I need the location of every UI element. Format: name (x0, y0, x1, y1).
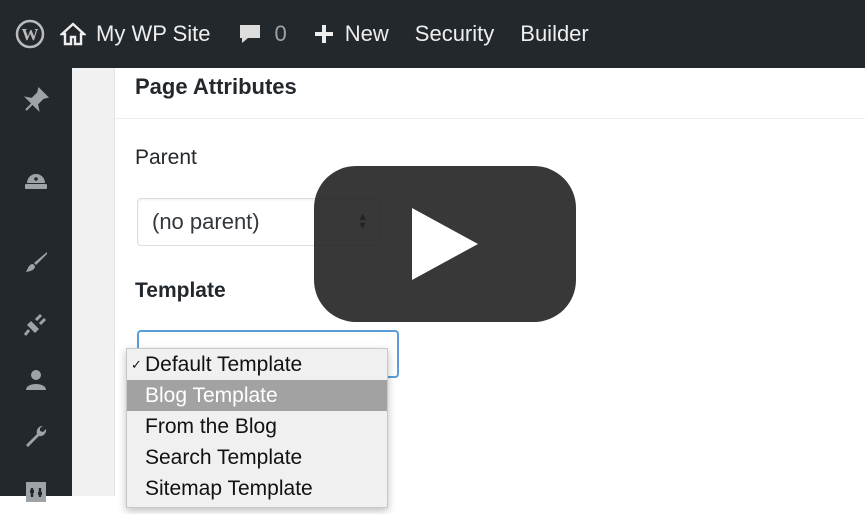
comments-menu[interactable]: 0 (237, 21, 287, 47)
svg-text:W: W (22, 25, 39, 44)
brush-icon[interactable] (0, 238, 72, 286)
new-content-menu[interactable]: New (313, 21, 389, 47)
dropdown-option-label: From the Blog (145, 415, 277, 438)
parent-select-value: (no parent) (152, 209, 260, 234)
settings-icon[interactable] (0, 466, 72, 514)
panel-divider (115, 118, 865, 119)
builder-label: Builder (520, 21, 589, 46)
builder-menu[interactable]: Builder (520, 21, 588, 47)
dropdown-option-label: Default Template (145, 353, 303, 376)
plugin-icon[interactable] (0, 300, 72, 348)
dropdown-option-highlighted[interactable]: Blog Template (127, 380, 387, 411)
security-label: Security (414, 21, 495, 46)
wordpress-logo-icon[interactable]: W (0, 0, 60, 68)
panel-title: Page Attributes (135, 74, 297, 99)
template-dropdown-list: ✓ Default Template Blog Template From th… (126, 348, 388, 508)
video-play-button[interactable] (314, 166, 576, 322)
checkmark-icon: ✓ (131, 357, 142, 372)
home-icon (60, 22, 86, 46)
security-menu[interactable]: Security (415, 21, 494, 47)
dropdown-option-label: Sitemap Template (145, 477, 313, 500)
dropdown-option-label: Blog Template (145, 384, 278, 407)
site-name-label: My WP Site (96, 21, 211, 46)
play-icon (412, 208, 478, 280)
comments-count: 0 (274, 21, 287, 46)
comment-icon (239, 25, 260, 43)
helmet-icon[interactable] (0, 156, 72, 204)
user-icon[interactable] (0, 356, 72, 404)
dropdown-option[interactable]: Sitemap Template (127, 473, 387, 504)
admin-sidebar (0, 68, 72, 502)
dropdown-option-label: Search Template (145, 446, 303, 469)
dropdown-option[interactable]: From the Blog (127, 411, 387, 442)
parent-label: Parent (135, 146, 197, 169)
admin-bar: W My WP Site 0 New Security Builder (0, 0, 865, 68)
plus-icon (314, 25, 333, 43)
pin-icon[interactable] (0, 76, 72, 124)
template-label: Template (135, 279, 226, 302)
content-gutter (72, 68, 114, 496)
wrench-icon[interactable] (0, 412, 72, 460)
dropdown-option[interactable]: Search Template (127, 442, 387, 473)
site-name-menu[interactable]: My WP Site (60, 21, 211, 47)
dropdown-option[interactable]: ✓ Default Template (127, 349, 387, 380)
new-label: New (344, 21, 389, 46)
